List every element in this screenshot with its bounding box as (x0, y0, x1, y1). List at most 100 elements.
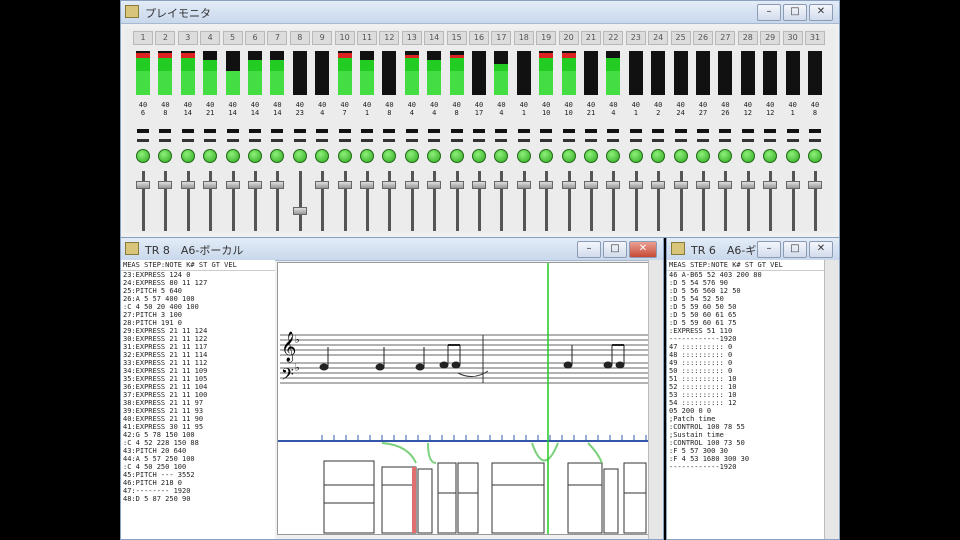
volume-fader[interactable] (292, 207, 307, 216)
event-row[interactable]: 24:EXPRESS 80 11 127 (121, 279, 275, 287)
mute-led-icon[interactable] (472, 149, 486, 163)
pan-indicator[interactable] (607, 129, 620, 133)
event-row[interactable]: ------------1920 (667, 463, 825, 471)
event-row[interactable]: 50 :::::::::: 0 (667, 367, 825, 375)
channel-number[interactable]: 18 (513, 31, 534, 45)
channel-number[interactable]: 4 (200, 31, 221, 45)
event-row[interactable]: 30:EXPRESS 21 11 122 (121, 335, 275, 343)
track2-scrollbar[interactable] (824, 260, 839, 539)
channel-number[interactable]: 31 (805, 31, 825, 45)
volume-fader[interactable] (673, 181, 688, 190)
volume-fader[interactable] (718, 181, 733, 190)
pan-indicator[interactable] (495, 129, 508, 133)
mute-led-icon[interactable] (673, 149, 688, 163)
event-list[interactable]: MEAS STEP:NOTE K# ST GT VEL 23:EXPRESS 1… (121, 260, 275, 539)
track2-maximize-button[interactable]: □ (783, 241, 807, 258)
event-row[interactable]: 31:EXPRESS 21 11 117 (121, 343, 275, 351)
channel-number[interactable]: 15 (446, 31, 467, 45)
pan-indicator[interactable] (809, 129, 821, 133)
volume-fader[interactable] (539, 181, 554, 190)
event-row[interactable]: 23:EXPRESS 124 0 (121, 271, 275, 279)
event-row[interactable]: ------------1920 (667, 335, 825, 343)
event-row[interactable]: :CONTROL 100 78 55 (667, 423, 825, 431)
event-row[interactable]: 32:EXPRESS 21 11 114 (121, 351, 275, 359)
event-row[interactable]: :D 5 50 60 61 65 (667, 311, 825, 319)
volume-fader[interactable] (561, 181, 576, 190)
channel-number[interactable]: 26 (693, 31, 713, 45)
mute-led-icon[interactable] (808, 149, 822, 163)
track2-titlebar[interactable]: TR 6 A6-ギター – □ ✕ (667, 238, 839, 261)
pan-indicator[interactable] (271, 129, 284, 133)
event-row[interactable]: 53 :::::::::: 10 (667, 391, 825, 399)
channel-number[interactable]: 22 (603, 31, 624, 45)
event-row[interactable]: 36:EXPRESS 21 11 104 (121, 383, 275, 391)
track-maximize-button[interactable]: □ (603, 241, 627, 258)
channel-number[interactable]: 10 (334, 31, 355, 45)
channel-number[interactable]: 19 (536, 31, 557, 45)
volume-fader[interactable] (628, 181, 643, 190)
mute-led-icon[interactable] (449, 149, 464, 163)
event-row[interactable]: 54 :::::::::: 12 (667, 399, 825, 407)
volume-fader[interactable] (136, 181, 150, 190)
pan-indicator[interactable] (585, 129, 597, 133)
maximize-button[interactable]: □ (783, 4, 807, 21)
channel-number[interactable]: 27 (715, 31, 736, 45)
pan-indicator[interactable] (473, 129, 485, 133)
event-row[interactable]: 34:EXPRESS 21 11 109 (121, 367, 275, 375)
mute-led-icon[interactable] (628, 149, 643, 163)
track-scrollbar[interactable] (648, 260, 663, 539)
event-row[interactable]: 45:PITCH --- 3552 (121, 471, 275, 479)
mute-led-icon[interactable] (337, 149, 352, 163)
volume-fader[interactable] (180, 181, 195, 190)
volume-fader[interactable] (763, 181, 778, 190)
channel-number[interactable]: 17 (491, 31, 512, 45)
event-row[interactable]: :C 4 50 250 100 (121, 463, 275, 471)
event-row[interactable]: 47 :::::::::: 0 (667, 343, 825, 351)
mute-led-icon[interactable] (561, 149, 576, 163)
pan-indicator[interactable] (562, 129, 575, 133)
channel-number[interactable]: 8 (289, 31, 310, 45)
mute-led-icon[interactable] (785, 149, 800, 163)
event-row[interactable]: :F 4 53 1680 300 30 (667, 455, 825, 463)
event-row[interactable]: 25:PITCH 5 640 (121, 287, 275, 295)
channel-number[interactable]: 2 (155, 31, 176, 45)
volume-fader[interactable] (785, 181, 800, 190)
volume-fader[interactable] (584, 181, 598, 190)
mute-led-icon[interactable] (539, 149, 554, 163)
volume-fader[interactable] (651, 181, 666, 190)
mute-led-icon[interactable] (360, 149, 374, 163)
pan-indicator[interactable] (159, 129, 172, 133)
volume-fader[interactable] (516, 181, 531, 190)
volume-fader[interactable] (404, 181, 419, 190)
track-edit-titlebar[interactable]: TR 8 A6-ボーカル – □ ✕ (121, 238, 663, 261)
pan-indicator[interactable] (249, 129, 261, 133)
channel-number[interactable]: 5 (222, 31, 243, 45)
channel-number[interactable]: 29 (760, 31, 781, 45)
volume-fader[interactable] (270, 181, 285, 190)
mute-led-icon[interactable] (696, 149, 710, 163)
mute-led-icon[interactable] (225, 149, 240, 163)
event-row[interactable]: :D 5 56 560 12 50 (667, 287, 825, 295)
event-row[interactable]: 33:EXPRESS 21 11 112 (121, 359, 275, 367)
volume-fader[interactable] (808, 181, 822, 190)
volume-fader[interactable] (337, 181, 352, 190)
volume-fader[interactable] (203, 181, 218, 190)
volume-fader[interactable] (472, 181, 486, 190)
event-row[interactable]: :CONTROL 100 73 50 (667, 439, 825, 447)
pan-indicator[interactable] (786, 129, 799, 133)
volume-fader[interactable] (225, 181, 240, 190)
event-row[interactable]: 26:A 5 57 400 100 (121, 295, 275, 303)
event-row[interactable]: ;Sustain time (667, 431, 825, 439)
event-row[interactable]: 48:D 5 87 250 90 (121, 495, 275, 503)
event-row[interactable]: :F 5 57 300 30 (667, 447, 825, 455)
pan-indicator[interactable] (181, 129, 194, 133)
track-close-button[interactable]: ✕ (629, 241, 657, 258)
mute-led-icon[interactable] (270, 149, 285, 163)
channel-number[interactable]: 6 (245, 31, 265, 45)
channel-number[interactable]: 30 (782, 31, 803, 45)
event-row[interactable]: 44:A 5 57 250 100 (121, 455, 275, 463)
track-minimize-button[interactable]: – (577, 241, 601, 258)
pan-indicator[interactable] (764, 129, 777, 133)
event-row[interactable]: 28:PITCH 191 0 (121, 319, 275, 327)
pan-indicator[interactable] (137, 129, 149, 133)
